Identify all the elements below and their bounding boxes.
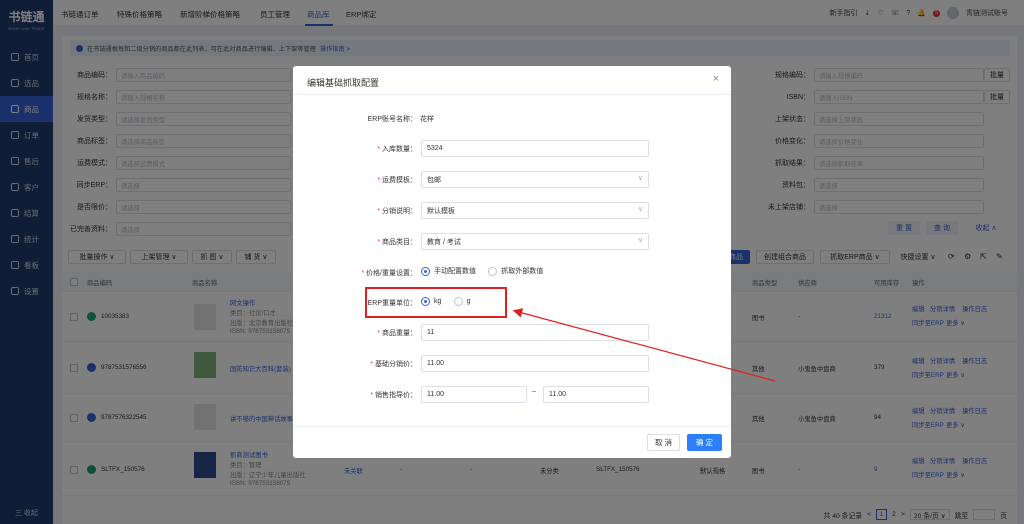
annotation-arrow <box>512 308 776 382</box>
